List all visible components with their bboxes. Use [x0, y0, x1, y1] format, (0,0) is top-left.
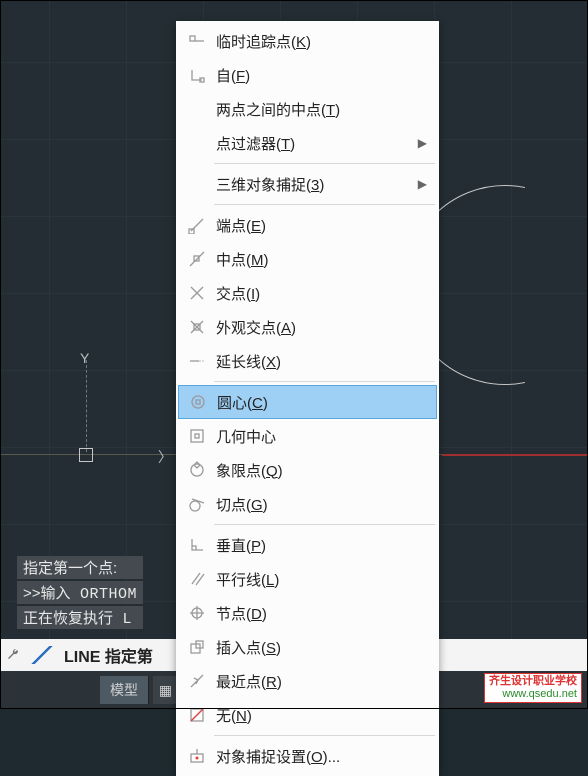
perpendicular-icon: [184, 536, 210, 554]
parallel-icon: [184, 570, 210, 588]
menu-label: 节点(D): [210, 603, 437, 624]
submenu-chevron-icon: ▶: [418, 177, 427, 191]
from-icon: [184, 66, 210, 84]
intersection-icon: [184, 284, 210, 302]
command-history: 指定第一个点: >>输入 ORTHOM 正在恢复执行 L: [17, 556, 143, 629]
apparent-intersect-icon: [184, 318, 210, 336]
menu-label: 无(N): [210, 705, 437, 726]
menu-item[interactable]: 几何中心: [178, 419, 437, 453]
menu-item[interactable]: 插入点(S): [178, 630, 437, 664]
midpoint-icon: [184, 250, 210, 268]
track-point-icon: [184, 32, 210, 50]
model-tab[interactable]: 模型: [100, 676, 149, 704]
menu-item[interactable]: 交点(I): [178, 276, 437, 310]
menu-label: 几何中心: [210, 426, 437, 447]
menu-item[interactable]: 延长线(X): [178, 344, 437, 378]
submenu-chevron-icon: ▶: [418, 136, 427, 150]
endpoint-icon: [184, 216, 210, 234]
center-icon: [185, 393, 211, 411]
history-line: 指定第一个点:: [17, 556, 143, 579]
menu-label: 中点(M): [210, 249, 437, 270]
watermark: 齐生设计职业学校 www.qsedu.net: [484, 673, 582, 703]
menu-label: 临时追踪点(K): [210, 31, 437, 52]
menu-item[interactable]: 临时追踪点(K): [178, 24, 437, 58]
menu-label: 延长线(X): [210, 351, 437, 372]
osnap-settings-icon: [184, 747, 210, 765]
menu-label: 切点(G): [210, 494, 437, 515]
menu-item[interactable]: 三维对象捕捉(3)▶: [178, 167, 437, 201]
customize-icon[interactable]: [4, 646, 22, 664]
menu-item[interactable]: 两点之间的中点(T): [178, 92, 437, 126]
menu-item[interactable]: 平行线(L): [178, 562, 437, 596]
menu-item[interactable]: 象限点(Q): [178, 453, 437, 487]
menu-label: 自(F): [210, 65, 437, 86]
menu-item[interactable]: 节点(D): [178, 596, 437, 630]
history-line: 正在恢复执行 L: [17, 606, 143, 629]
menu-label: 平行线(L): [210, 569, 437, 590]
tracking-line: [86, 360, 87, 452]
node-icon: [184, 604, 210, 622]
menu-label: 圆心(C): [211, 392, 436, 413]
menu-label: 外观交点(A): [210, 317, 437, 338]
menu-label: 对象捕捉设置(O)...: [210, 746, 437, 767]
menu-label: 三维对象捕捉(3): [210, 174, 437, 195]
osnap-context-menu[interactable]: 临时追踪点(K)自(F)两点之间的中点(T)点过滤器(T)▶三维对象捕捉(3)▶…: [176, 21, 439, 776]
quadrant-icon: [184, 461, 210, 479]
menu-item[interactable]: 点过滤器(T)▶: [178, 126, 437, 160]
menu-label: 最近点(R): [210, 671, 437, 692]
menu-item[interactable]: 端点(E): [178, 208, 437, 242]
menu-item[interactable]: 圆心(C): [178, 385, 437, 419]
menu-item[interactable]: 自(F): [178, 58, 437, 92]
menu-item[interactable]: 中点(M): [178, 242, 437, 276]
insert-icon: [184, 638, 210, 656]
menu-item[interactable]: 外观交点(A): [178, 310, 437, 344]
menu-label: 象限点(Q): [210, 460, 437, 481]
y-axis-label: Y: [80, 350, 89, 366]
menu-label: 两点之间的中点(T): [210, 99, 437, 120]
menu-label: 插入点(S): [210, 637, 437, 658]
tangent-icon: [184, 495, 210, 513]
command-text: LINE 指定第: [64, 643, 153, 667]
menu-label: 交点(I): [210, 283, 437, 304]
menu-item[interactable]: 垂直(P): [178, 528, 437, 562]
menu-item[interactable]: 切点(G): [178, 487, 437, 521]
endpoint-marker: [79, 448, 93, 462]
line-cmd-icon: [28, 646, 56, 664]
menu-item[interactable]: 无(N): [178, 698, 437, 732]
nearest-icon: [184, 672, 210, 690]
menu-label: 垂直(P): [210, 535, 437, 556]
menu-label: 端点(E): [210, 215, 437, 236]
menu-item[interactable]: 最近点(R): [178, 664, 437, 698]
menu-label: 点过滤器(T): [210, 133, 437, 154]
history-line: >>输入 ORTHOM: [17, 581, 143, 604]
menu-item[interactable]: 对象捕捉设置(O)...: [178, 739, 437, 773]
x-arrow: 〉: [158, 447, 172, 467]
geo-center-icon: [184, 427, 210, 445]
ucs-x-axis: [442, 454, 588, 456]
extension-icon: [184, 352, 210, 370]
